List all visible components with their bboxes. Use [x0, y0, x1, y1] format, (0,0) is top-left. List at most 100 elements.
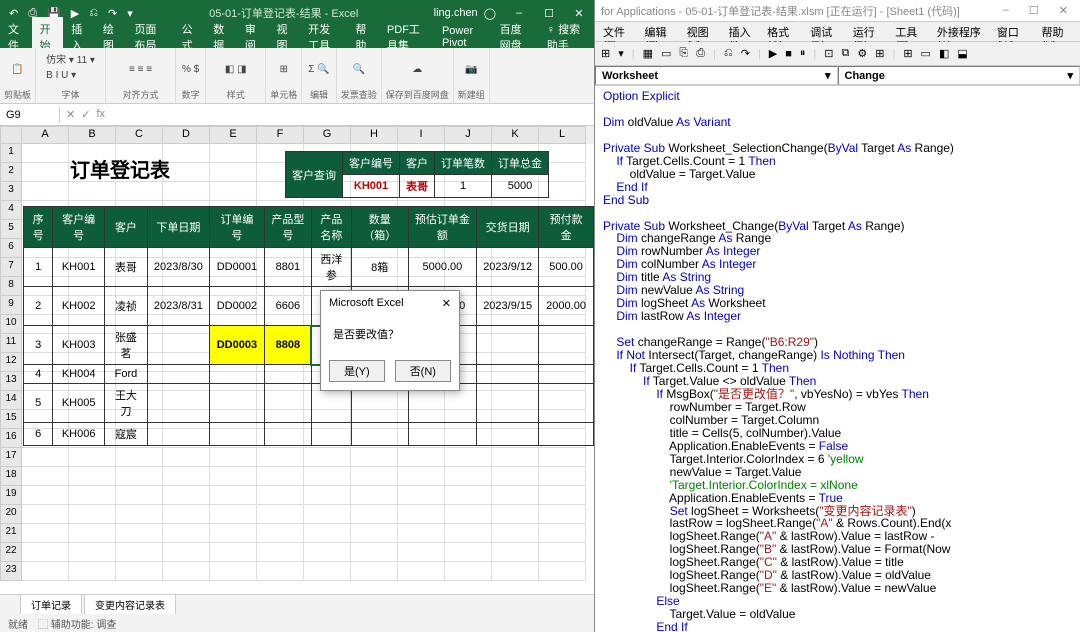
cancel-icon[interactable]: ✕	[66, 108, 75, 121]
row-header[interactable]: 22	[0, 543, 22, 562]
cell[interactable]	[351, 505, 398, 524]
cell[interactable]	[69, 505, 116, 524]
cell[interactable]	[398, 562, 445, 581]
cell[interactable]	[351, 467, 398, 486]
camera-icon[interactable]: 📷	[463, 63, 479, 76]
table-cell[interactable]: 8808	[264, 326, 311, 365]
row-header[interactable]: 20	[0, 505, 22, 524]
column-header[interactable]: B	[69, 126, 116, 144]
cell[interactable]	[257, 524, 304, 543]
table-cell[interactable]	[477, 384, 539, 423]
menu-item[interactable]: 文件(F)	[599, 24, 637, 39]
window-button[interactable]: ☐	[1023, 4, 1045, 17]
cell[interactable]	[22, 543, 69, 562]
font-style-buttons[interactable]: B I U ▾	[44, 69, 78, 82]
cell[interactable]	[539, 543, 586, 562]
table-cell[interactable]: 3	[24, 326, 53, 365]
row-header[interactable]: 7	[0, 258, 22, 277]
toolbar-button[interactable]: ⧉	[840, 45, 852, 62]
cell[interactable]	[398, 543, 445, 562]
cell[interactable]	[163, 524, 210, 543]
cell[interactable]	[304, 448, 351, 467]
query-cell[interactable]: 表哥	[400, 175, 435, 198]
cell[interactable]	[492, 505, 539, 524]
table-cell[interactable]	[477, 365, 539, 384]
object-dropdown[interactable]: Worksheet▾	[595, 66, 838, 85]
cell[interactable]	[492, 524, 539, 543]
cell[interactable]	[257, 562, 304, 581]
column-header[interactable]: J	[445, 126, 492, 144]
spreadsheet-grid[interactable]: ABCDEFGHIJKL 123456789101112131415161718…	[0, 126, 594, 594]
row-header[interactable]: 6	[0, 239, 22, 258]
cell[interactable]	[539, 562, 586, 581]
toolbar-button[interactable]: ↷	[739, 45, 752, 62]
toolbar-button[interactable]: ⊞	[873, 45, 886, 62]
table-cell[interactable]: Ford	[104, 365, 147, 384]
cell[interactable]	[22, 524, 69, 543]
row-header[interactable]: 23	[0, 562, 22, 581]
row-header[interactable]: 21	[0, 524, 22, 543]
select-all-corner[interactable]	[0, 126, 22, 144]
table-cell[interactable]: 5000.00	[408, 248, 477, 287]
table-cell[interactable]	[264, 423, 311, 446]
cell[interactable]	[116, 448, 163, 467]
cell[interactable]	[22, 486, 69, 505]
table-cell[interactable]	[209, 384, 264, 423]
fx-icon[interactable]: fx	[96, 108, 105, 121]
row-header[interactable]: 14	[0, 391, 22, 410]
cell[interactable]	[210, 524, 257, 543]
row-header[interactable]: 8	[0, 277, 22, 296]
cell[interactable]	[116, 467, 163, 486]
cell[interactable]	[22, 562, 69, 581]
cell[interactable]	[69, 486, 116, 505]
table-cell[interactable]	[539, 423, 594, 446]
table-cell[interactable]: 1	[24, 248, 53, 287]
toolbar-button[interactable]: ⚙	[855, 45, 869, 62]
row-header[interactable]: 2	[0, 163, 22, 182]
row-header[interactable]: 4	[0, 201, 22, 220]
column-header[interactable]: K	[492, 126, 539, 144]
cell[interactable]	[351, 524, 398, 543]
row-header[interactable]: 16	[0, 429, 22, 448]
table-cell[interactable]: KH002	[53, 287, 105, 326]
toolbar-button[interactable]: ▦	[641, 45, 655, 62]
table-cell[interactable]	[539, 365, 594, 384]
table-cell[interactable]: 500.00	[539, 248, 594, 287]
table-cell[interactable]: 王大刀	[104, 384, 147, 423]
table-cell[interactable]	[209, 423, 264, 446]
cell[interactable]	[492, 467, 539, 486]
cell[interactable]	[304, 486, 351, 505]
cell[interactable]	[492, 543, 539, 562]
column-header[interactable]: C	[116, 126, 163, 144]
table-cell[interactable]: 2023/9/12	[477, 248, 539, 287]
cell[interactable]	[22, 144, 69, 163]
cell[interactable]	[210, 448, 257, 467]
table-cell[interactable]	[147, 326, 209, 365]
cell[interactable]	[445, 524, 492, 543]
close-icon[interactable]: ✕	[442, 297, 451, 310]
query-cell[interactable]: 5000	[492, 175, 549, 198]
cell[interactable]	[398, 448, 445, 467]
row-header[interactable]: 10	[0, 315, 22, 334]
cell[interactable]	[351, 543, 398, 562]
cell[interactable]	[22, 505, 69, 524]
table-cell[interactable]: DD0003	[209, 326, 264, 365]
row-header[interactable]: 17	[0, 448, 22, 467]
table-cell[interactable]: 6	[24, 423, 53, 446]
cell[interactable]	[257, 486, 304, 505]
toolbar-button[interactable]: ■	[783, 46, 794, 62]
cell[interactable]	[22, 163, 69, 182]
cell[interactable]	[116, 505, 163, 524]
table-cell[interactable]	[264, 384, 311, 423]
number-format[interactable]: % $	[180, 63, 201, 76]
table-cell[interactable]: 4	[24, 365, 53, 384]
cell[interactable]	[22, 182, 69, 201]
menu-item[interactable]: 格式(O)	[763, 24, 802, 39]
menu-item[interactable]: 窗口(W)	[993, 24, 1034, 39]
table-cell[interactable]: KH006	[53, 423, 105, 446]
cell[interactable]	[398, 486, 445, 505]
table-cell[interactable]	[539, 326, 594, 365]
cell[interactable]	[351, 562, 398, 581]
row-header[interactable]: 13	[0, 372, 22, 391]
cell[interactable]	[116, 543, 163, 562]
